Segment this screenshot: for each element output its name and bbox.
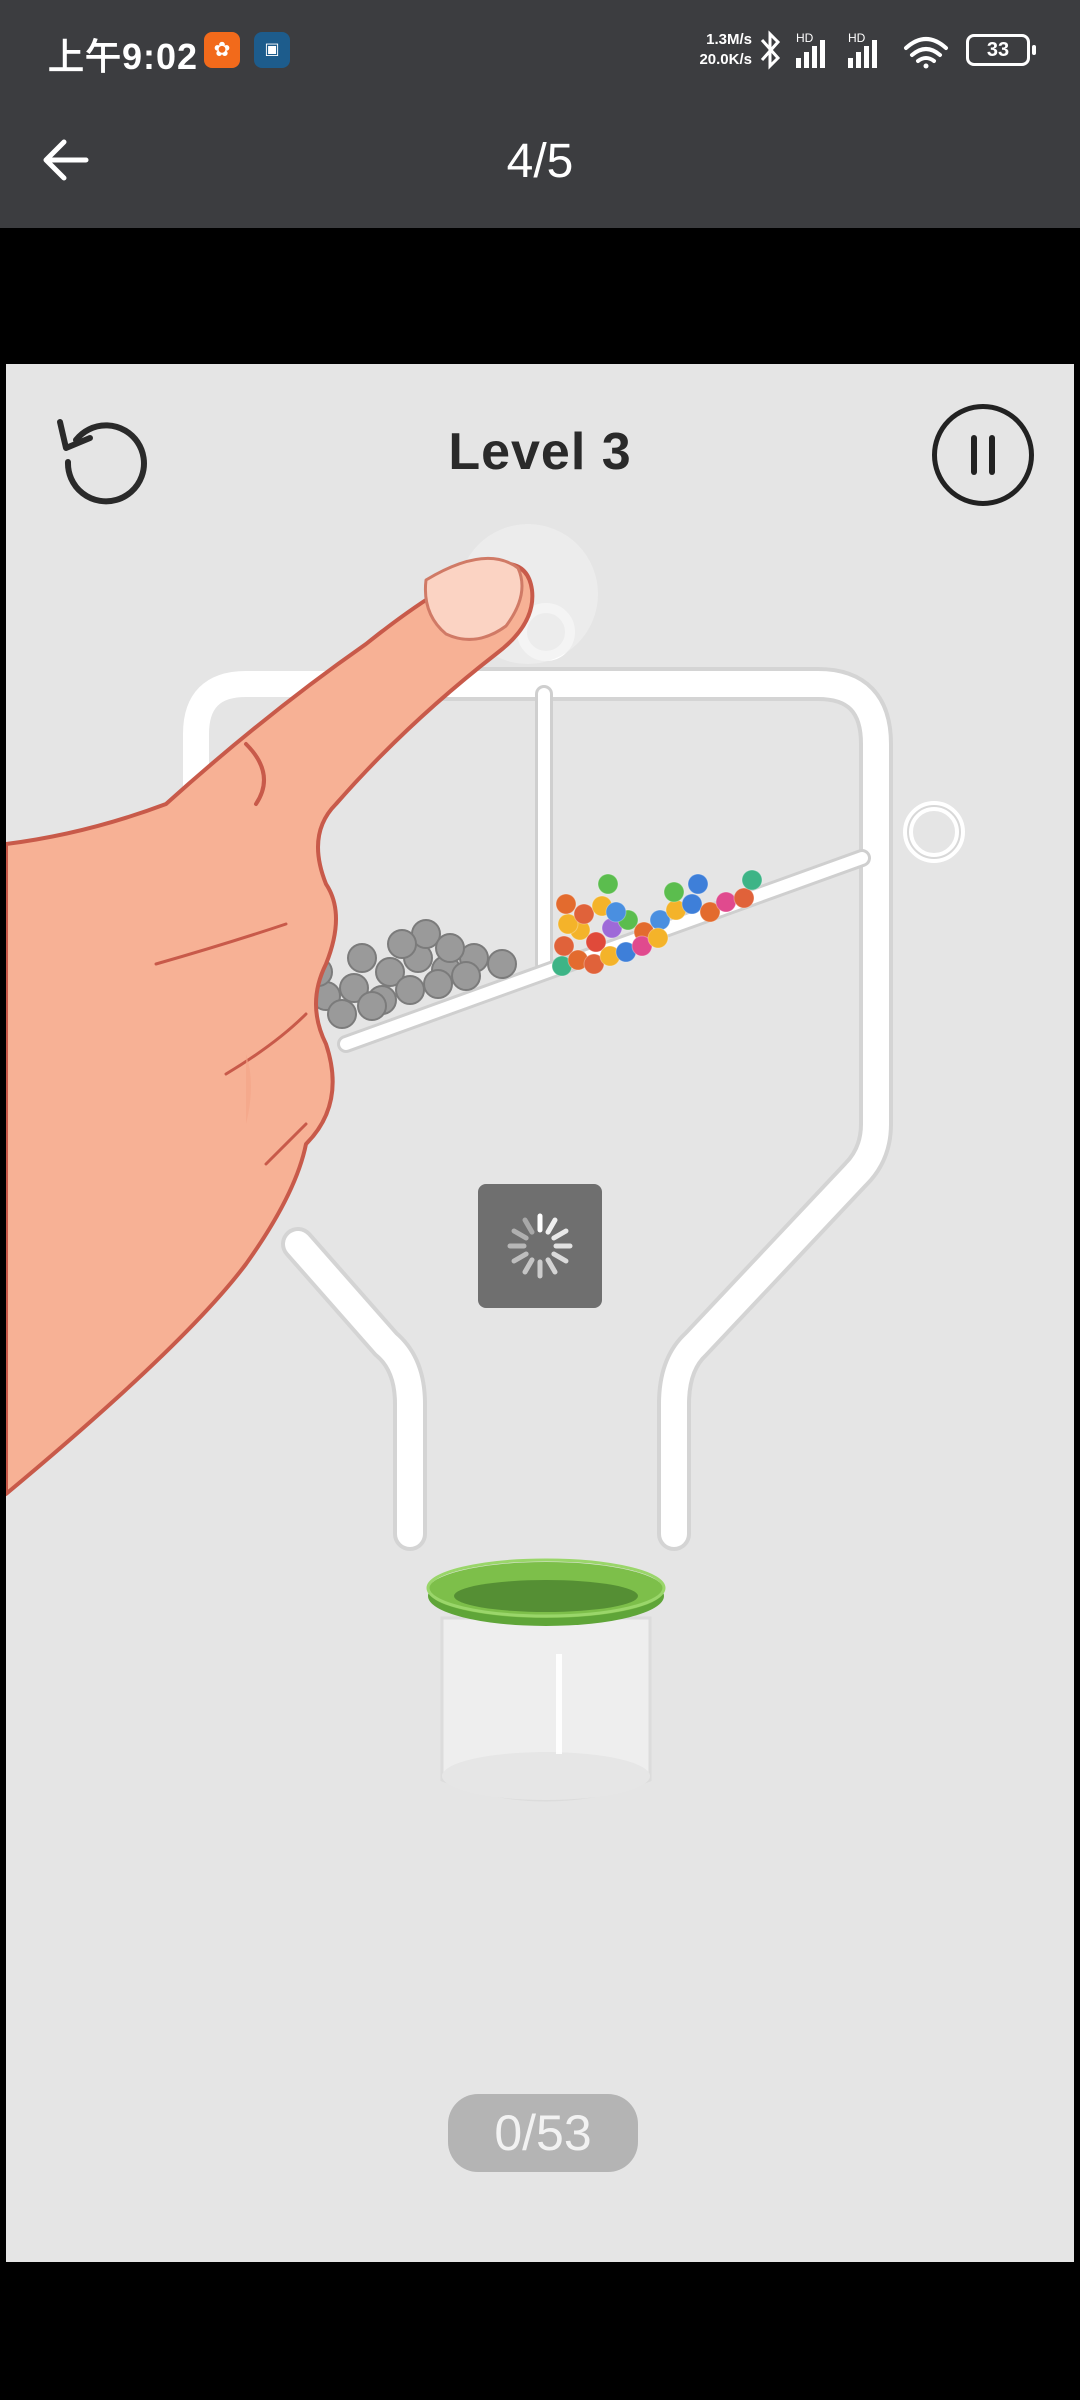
page-counter: 4/5 — [506, 135, 574, 188]
signal-label: HD — [848, 31, 866, 45]
network-speed-up: 1.3M/s — [706, 31, 752, 48]
battery-indicator: 33 — [966, 34, 1036, 66]
status-bar: 上午9:02 ✿ ▣ 1.3M/s 20.0K/s HD HD 33 — [0, 0, 1080, 100]
colored-balls — [551, 869, 763, 977]
app-notification-icon: ✿ — [204, 32, 240, 68]
signal-label: HD — [796, 31, 814, 45]
signal-icon: HD — [848, 31, 877, 68]
status-time: 上午9:02 — [48, 36, 199, 77]
network-speed: 1.3M/s 20.0K/s — [686, 30, 752, 70]
loading-spinner-icon — [507, 1213, 573, 1279]
app-notification-icon: ▣ — [254, 32, 290, 68]
ball-counter: 0/53 — [448, 2094, 638, 2172]
bluetooth-icon — [760, 30, 781, 70]
wifi-icon — [904, 37, 948, 69]
game-screen[interactable]: Level 3 0/53 — [6, 364, 1074, 2262]
signal-icon: HD — [796, 31, 825, 68]
network-speed-down: 20.0K/s — [699, 51, 752, 68]
viewer-header: 4/5 — [0, 100, 1080, 228]
collection-cup — [426, 1558, 666, 1802]
puzzle-scene — [6, 524, 965, 1802]
status-icons: HD HD — [760, 30, 948, 70]
loading-overlay — [478, 1184, 602, 1308]
